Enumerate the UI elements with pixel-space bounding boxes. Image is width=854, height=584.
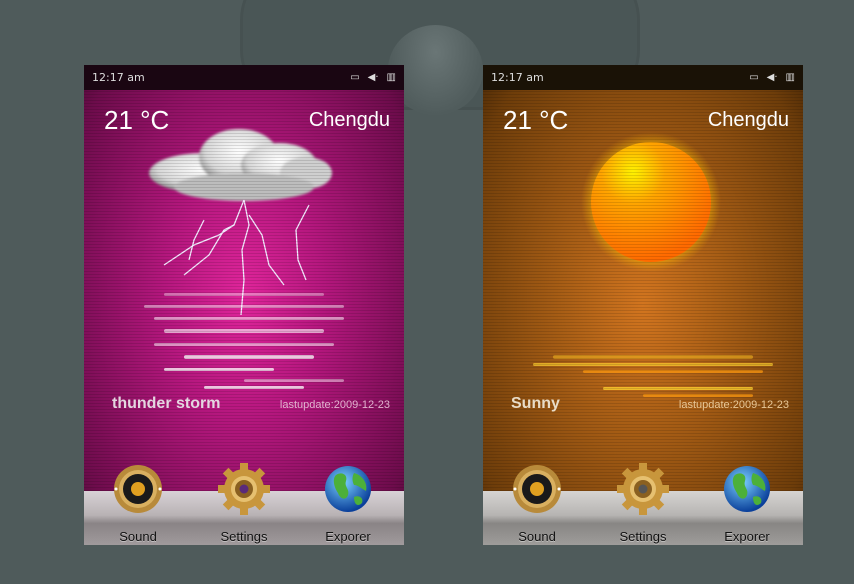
weather-condition: thunder storm [112,395,221,412]
globe-icon [325,466,371,512]
speaker-icon [114,465,162,513]
phone-thunderstorm: 12:17 am ▭ ◀· ▥ 21 °C Chengdu thunder st… [84,65,404,545]
phone-sunny: 12:17 am ▭ ◀· ▥ 21 °C Chengdu Sunny last… [483,65,803,545]
water-reflection [144,293,344,389]
status-bar: 12:17 am ▭ ◀· ▥ [483,65,803,90]
sun-icon [591,142,711,262]
globe-icon [724,466,770,512]
battery-icon: ▥ [386,72,396,83]
dock-item-explorer[interactable]: Exporer [707,463,787,544]
temperature: 21 °C [104,105,170,135]
status-bar: 12:17 am ▭ ◀· ▥ [84,65,404,90]
last-update: lastupdate:2009-12-23 [279,399,390,411]
dock-label: Exporer [325,529,371,544]
battery-icon: ▥ [785,72,795,83]
city-name[interactable]: Chengdu [309,109,390,132]
status-time: 12:17 am [491,71,544,84]
status-time: 12:17 am [92,71,145,84]
no-sim-icon: ▭ [350,72,360,83]
dock-item-settings[interactable]: Settings [603,463,683,544]
gear-icon [617,463,669,515]
cloud-icon [149,129,332,201]
volume-icon[interactable]: ◀· [368,72,379,83]
city-name[interactable]: Chengdu [708,109,789,132]
weather-screen: 12:17 am ▭ ◀· ▥ 21 °C Chengdu thunder st… [84,65,404,545]
speaker-icon [513,465,561,513]
dock-label: Sound [119,529,157,544]
dock-item-sound[interactable]: Sound [98,463,178,544]
dock-item-sound[interactable]: Sound [497,463,577,544]
dock-label: Exporer [724,529,770,544]
weather-screen: 12:17 am ▭ ◀· ▥ 21 °C Chengdu Sunny last… [483,65,803,545]
dock-label: Settings [619,529,667,544]
gear-icon [218,463,270,515]
dock-label: Settings [220,529,268,544]
volume-icon[interactable]: ◀· [767,72,778,83]
water-reflection [533,355,773,397]
last-update: lastupdate:2009-12-23 [678,399,789,411]
dock-item-explorer[interactable]: Exporer [308,463,388,544]
temperature: 21 °C [503,105,569,135]
lightning-icon [163,199,310,316]
no-sim-icon: ▭ [749,72,759,83]
weather-condition: Sunny [511,395,560,412]
dock-label: Sound [518,529,556,544]
dock-item-settings[interactable]: Settings [204,463,284,544]
